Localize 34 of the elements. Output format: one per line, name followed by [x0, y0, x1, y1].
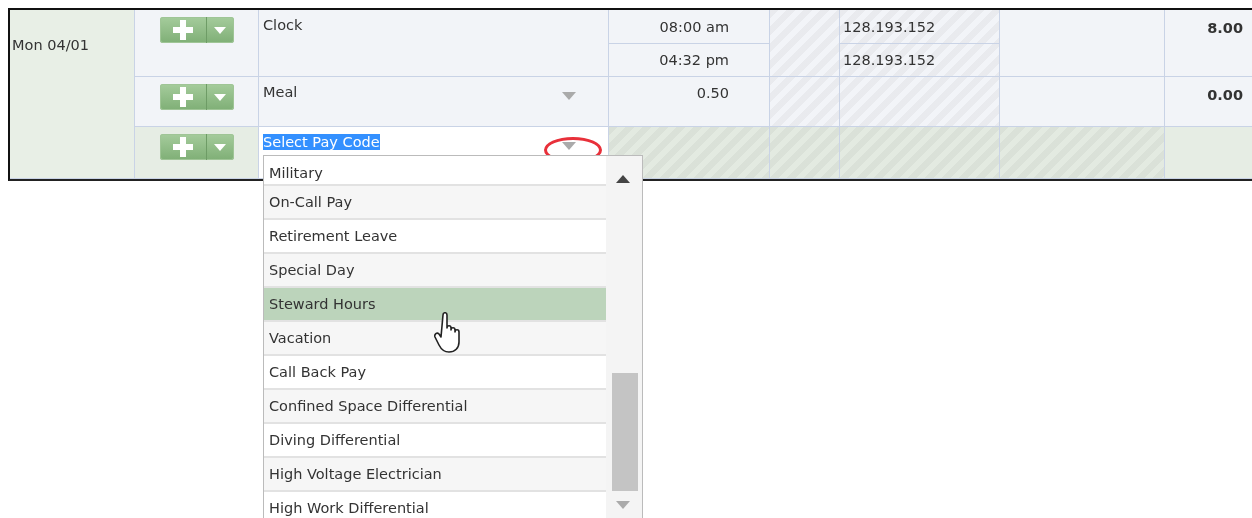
add-split-button[interactable] — [159, 134, 234, 160]
scroll-up-icon[interactable] — [616, 175, 630, 183]
dropdown-option[interactable]: Retirement Leave — [264, 220, 606, 254]
hatched-cell — [770, 127, 840, 179]
pay-code: Meal — [263, 84, 298, 100]
date-label: Mon 04/01 — [12, 37, 89, 53]
dropdown-option[interactable]: Military — [264, 156, 606, 186]
scroll-thumb[interactable] — [612, 373, 638, 491]
pay-code: Clock — [263, 17, 303, 33]
total-hours: 0.00 — [1207, 87, 1243, 103]
ip-address: 128.193.152 — [843, 52, 936, 68]
dropdown-option[interactable]: Diving Differential — [264, 424, 606, 458]
caret-icon — [214, 26, 226, 34]
add-split-button[interactable] — [159, 84, 234, 110]
clock-time: 08:00 am — [659, 18, 729, 35]
hatched-cell — [770, 10, 840, 77]
dropdown-option[interactable]: Steward Hours — [264, 288, 606, 322]
clock-time: 04:32 pm — [659, 52, 729, 68]
dropdown-option[interactable]: Call Back Pay — [264, 356, 606, 390]
dropdown-option[interactable]: High Work Differential — [264, 492, 606, 518]
caret-icon[interactable] — [562, 142, 576, 150]
plus-icon — [172, 87, 193, 107]
caret-icon — [214, 93, 226, 101]
scroll-down-icon[interactable] — [616, 501, 630, 509]
amount: 0.50 — [696, 85, 729, 101]
caret-icon[interactable] — [562, 92, 576, 100]
plus-icon — [172, 137, 193, 157]
add-split-button[interactable] — [159, 17, 234, 43]
caret-icon — [214, 143, 226, 151]
ip-address: 128.193.152 — [843, 18, 936, 35]
pay-code-dropdown-menu[interactable]: Military On-Call Pay Retirement Leave Special Day Steward Hours Vacation Call Back Pay Confined Space Differential Diving Differential High Voltage Electrician High Work Differential — [263, 155, 643, 518]
plus-icon — [172, 20, 193, 40]
hatched-cell — [770, 77, 840, 127]
total-hours: 8.00 — [1207, 20, 1243, 36]
